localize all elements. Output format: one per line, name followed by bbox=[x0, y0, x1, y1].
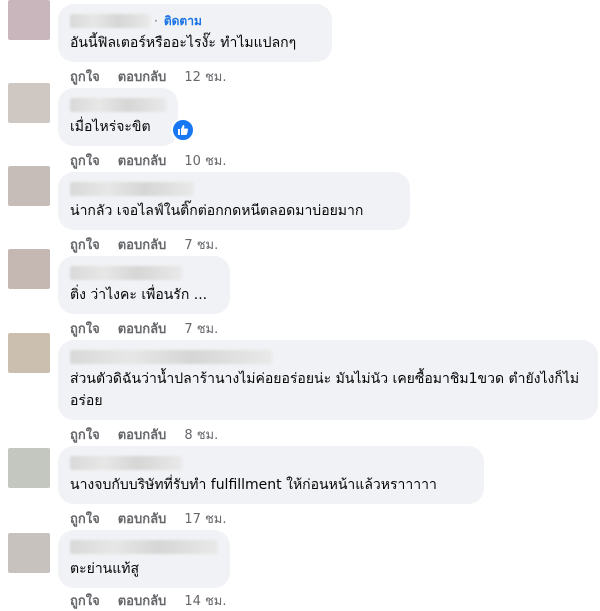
comment-actions: ถูกใจ ตอบกลับ 10 ชม. bbox=[70, 150, 227, 171]
reply-link[interactable]: ตอบกลับ bbox=[118, 508, 167, 529]
commenter-name-row bbox=[70, 180, 398, 198]
comment-text: ส่วนตัวดิฉันว่าน้ำปลาร้านางไม่ค่อยอร่อยน… bbox=[70, 371, 580, 409]
reply-link[interactable]: ตอบกลับ bbox=[118, 424, 167, 445]
comment-actions: ถูกใจ ตอบกลับ 7 ชม. bbox=[70, 318, 218, 339]
avatar[interactable] bbox=[8, 333, 50, 373]
like-link[interactable]: ถูกใจ bbox=[70, 318, 100, 339]
like-link[interactable]: ถูกใจ bbox=[70, 66, 100, 87]
comment-actions: ถูกใจ ตอบกลับ 7 ชม. bbox=[70, 234, 218, 255]
like-link[interactable]: ถูกใจ bbox=[70, 150, 100, 171]
like-link[interactable]: ถูกใจ bbox=[70, 590, 100, 611]
avatar[interactable] bbox=[8, 249, 50, 289]
timestamp[interactable]: 8 ชม. bbox=[184, 424, 218, 445]
comment-actions: ถูกใจ ตอบกลับ 8 ชม. bbox=[70, 424, 218, 445]
reply-link[interactable]: ตอบกลับ bbox=[118, 150, 167, 171]
comment-text: เมื่อไหร่จะขิต bbox=[70, 119, 151, 135]
commenter-name-blurred[interactable] bbox=[70, 456, 182, 470]
commenter-name-blurred[interactable] bbox=[70, 14, 150, 28]
thumbs-up-icon[interactable] bbox=[171, 118, 195, 142]
comment-bubble: ติ่ง ว่าไงคะ เพื่อนรัก ... bbox=[58, 256, 230, 314]
separator-dot: · bbox=[154, 14, 158, 28]
commenter-name-blurred[interactable] bbox=[70, 182, 194, 196]
comment-actions: ถูกใจ ตอบกลับ 12 ชม. bbox=[70, 66, 227, 87]
comment-text: ตะย่านแท้สู bbox=[70, 561, 140, 577]
timestamp[interactable]: 12 ชม. bbox=[184, 66, 226, 87]
like-link[interactable]: ถูกใจ bbox=[70, 424, 100, 445]
commenter-name-row: · ติดตาม bbox=[70, 12, 320, 30]
commenter-name-row bbox=[70, 454, 472, 472]
comment-bubble: เมื่อไหร่จะขิต bbox=[58, 88, 178, 146]
commenter-name-row bbox=[70, 538, 218, 556]
avatar[interactable] bbox=[8, 533, 50, 573]
comment-bubble: ส่วนตัวดิฉันว่าน้ำปลาร้านางไม่ค่อยอร่อยน… bbox=[58, 340, 598, 420]
comment-text: น่ากลัว เจอไลฟ์ในติ๊กต่อกกดหนีตลอดมาบ่อย… bbox=[70, 203, 364, 219]
reply-link[interactable]: ตอบกลับ bbox=[118, 590, 167, 611]
comment-bubble: ตะย่านแท้สู bbox=[58, 530, 230, 588]
reply-link[interactable]: ตอบกลับ bbox=[118, 66, 167, 87]
commenter-name-blurred[interactable] bbox=[70, 540, 218, 554]
commenter-name-blurred[interactable] bbox=[70, 266, 182, 280]
timestamp[interactable]: 14 ชม. bbox=[184, 590, 226, 611]
avatar[interactable] bbox=[8, 83, 50, 123]
commenter-name-blurred[interactable] bbox=[70, 350, 272, 364]
comment-text: ติ่ง ว่าไงคะ เพื่อนรัก ... bbox=[70, 287, 208, 303]
commenter-name-row bbox=[70, 264, 218, 282]
comment-actions: ถูกใจ ตอบกลับ 14 ชม. bbox=[70, 590, 227, 611]
comment-bubble: น่ากลัว เจอไลฟ์ในติ๊กต่อกกดหนีตลอดมาบ่อย… bbox=[58, 172, 410, 230]
comment-text: อันนี้ฟิลเตอร์หรืออะไรงั๊ะ ทำไมแปลกๆ bbox=[70, 35, 297, 51]
timestamp[interactable]: 10 ชม. bbox=[184, 150, 226, 171]
comment-actions: ถูกใจ ตอบกลับ 17 ชม. bbox=[70, 508, 227, 529]
timestamp[interactable]: 17 ชม. bbox=[184, 508, 226, 529]
like-link[interactable]: ถูกใจ bbox=[70, 508, 100, 529]
avatar[interactable] bbox=[8, 0, 50, 40]
comment-bubble: นางจบกับบริษัทที่รับทำ fulfillment ให้ก่… bbox=[58, 446, 484, 504]
comment-bubble: · ติดตาม อันนี้ฟิลเตอร์หรืออะไรงั๊ะ ทำไม… bbox=[58, 4, 332, 62]
commenter-name-row bbox=[70, 348, 586, 366]
timestamp[interactable]: 7 ชม. bbox=[184, 318, 218, 339]
follow-link[interactable]: ติดตาม bbox=[164, 12, 202, 31]
reply-link[interactable]: ตอบกลับ bbox=[118, 234, 167, 255]
commenter-name-blurred[interactable] bbox=[70, 98, 166, 112]
commenter-name-row bbox=[70, 96, 166, 114]
timestamp[interactable]: 7 ชม. bbox=[184, 234, 218, 255]
avatar[interactable] bbox=[8, 166, 50, 206]
like-link[interactable]: ถูกใจ bbox=[70, 234, 100, 255]
reply-link[interactable]: ตอบกลับ bbox=[118, 318, 167, 339]
comment-text: นางจบกับบริษัทที่รับทำ fulfillment ให้ก่… bbox=[70, 477, 437, 493]
avatar[interactable] bbox=[8, 448, 50, 488]
